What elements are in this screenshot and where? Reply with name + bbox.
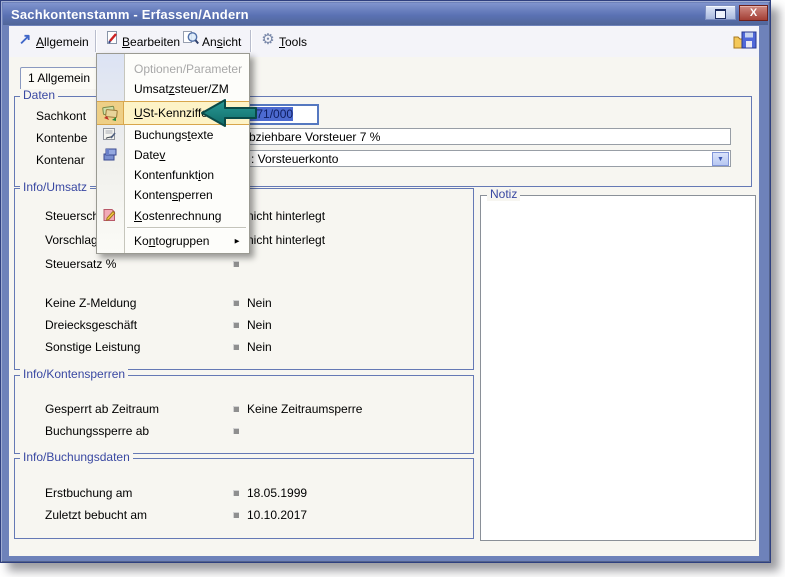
label-erstbuchung-am: Erstbuchung am [45,486,132,500]
save-floppy-icon [733,29,759,53]
kontenbezeichnung-field[interactable]: Abziehbare Vorsteuer 7 % [237,128,731,145]
label-buchungssperre-ab: Buchungssperre ab [45,424,149,438]
equals-marker [233,512,239,518]
submenu-arrow-icon: ► [233,237,241,246]
menu-item-datev[interactable]: Datev [97,145,249,165]
bearbeiten-menu: Optionen/Parameter Umsatzsteuer/ZM USt-K… [96,53,250,254]
restore-button[interactable] [705,5,736,20]
equals-marker [233,490,239,496]
pink-note-pencil-icon [101,207,119,225]
value-sonstige-leistung: Nein [247,340,272,354]
datev-blocks-icon [101,146,119,164]
menu-tools[interactable]: Tools [279,35,307,49]
menu-allgemein[interactable]: Allgemein [36,35,89,49]
gears-icon: ⚙ [258,30,278,50]
equals-marker [233,300,239,306]
menu-item-kontogruppen[interactable]: Kontogruppen ► [97,231,249,251]
menu-item-kostenrechnung[interactable]: Kostenrechnung [97,205,249,227]
section-info-kontensperren-legend: Info/Kontensperren [20,368,128,381]
label-sonstige-leistung: Sonstige Leistung [45,340,140,354]
section-info-buchungsdaten-legend: Info/Buchungsdaten [20,451,133,464]
kontenart-dropdown[interactable]: 4 : Vorsteuerkonto ▼ [237,150,731,167]
label-gesperrt-ab-zeitraum: Gesperrt ab Zeitraum [45,402,159,416]
save-button[interactable] [733,29,761,54]
teal-annotation-arrow [199,97,259,129]
menu-bearbeiten[interactable]: Bearbeiten [122,35,180,49]
label-sachkonto: Sachkont [36,109,86,123]
equals-marker [233,322,239,328]
window-title: Sachkontenstamm - Erfassen/Andern [11,7,249,22]
section-notiz-legend: Notiz [487,188,520,201]
equals-marker [233,428,239,434]
equals-marker [233,261,239,267]
menu-ansicht[interactable]: Ansicht [202,35,241,49]
value-zuletzt-bebucht-am: 10.10.2017 [247,508,307,522]
money-cards-icon [101,104,119,122]
note-pen-icon [101,126,119,144]
section-info-umsatz-legend: Info/Umsatz [20,181,90,194]
label-kontenbezeichnung: Kontenbe [36,131,87,145]
label-kontenart: Kontenar [36,153,85,167]
value-keine-z-meldung: Nein [247,296,272,310]
section-daten-legend: Daten [20,89,58,102]
edit-document-icon [103,30,123,50]
label-zuletzt-bebucht-am: Zuletzt bebucht am [45,508,147,522]
menu-item-umsatzsteuer-zm[interactable]: Umsatzsteuer/ZM [97,79,249,99]
menu-item-kontenfunktion[interactable]: Kontenfunktion [97,165,249,185]
value-dreiecksgeschaeft: Nein [247,318,272,332]
value-gesperrt-ab-zeitraum: Keine Zeitraumsperre [247,402,362,416]
screenshot-page: Sachkontenstamm - Erfassen/Andern X ↗ Al… [0,0,785,577]
magnifier-icon [181,30,201,50]
arrow-up-right-icon: ↗ [15,30,35,50]
titlebar: Sachkontenstamm - Erfassen/Andern [3,3,768,25]
label-vorschlag: Vorschlag [45,233,98,247]
value-erstbuchung-am: 18.05.1999 [247,486,307,500]
value-vorschlag: nicht hinterlegt [247,233,325,247]
restore-icon [715,9,726,19]
toolbar-separator [95,30,96,52]
equals-marker [233,344,239,350]
menu-item-optionen-parameter: Optionen/Parameter [97,59,249,79]
chevron-down-icon[interactable]: ▼ [712,152,729,166]
menu-separator [127,227,246,228]
equals-marker [233,406,239,412]
label-steuerschluessel: Steuersch [45,209,99,223]
notiz-textarea[interactable] [480,195,756,541]
label-steuersatz: Steuersatz % [45,257,116,271]
close-button[interactable]: X [739,5,768,21]
toolbar-separator [250,30,251,52]
label-dreiecksgeschaeft: Dreiecksgeschäft [45,318,137,332]
tab-allgemein[interactable]: 1 Allgemein [20,67,98,89]
label-keine-z-meldung: Keine Z-Meldung [45,296,136,310]
menu-item-kontensperren[interactable]: Kontensperren [97,185,249,205]
value-steuerschluessel: nicht hinterlegt [247,209,325,223]
